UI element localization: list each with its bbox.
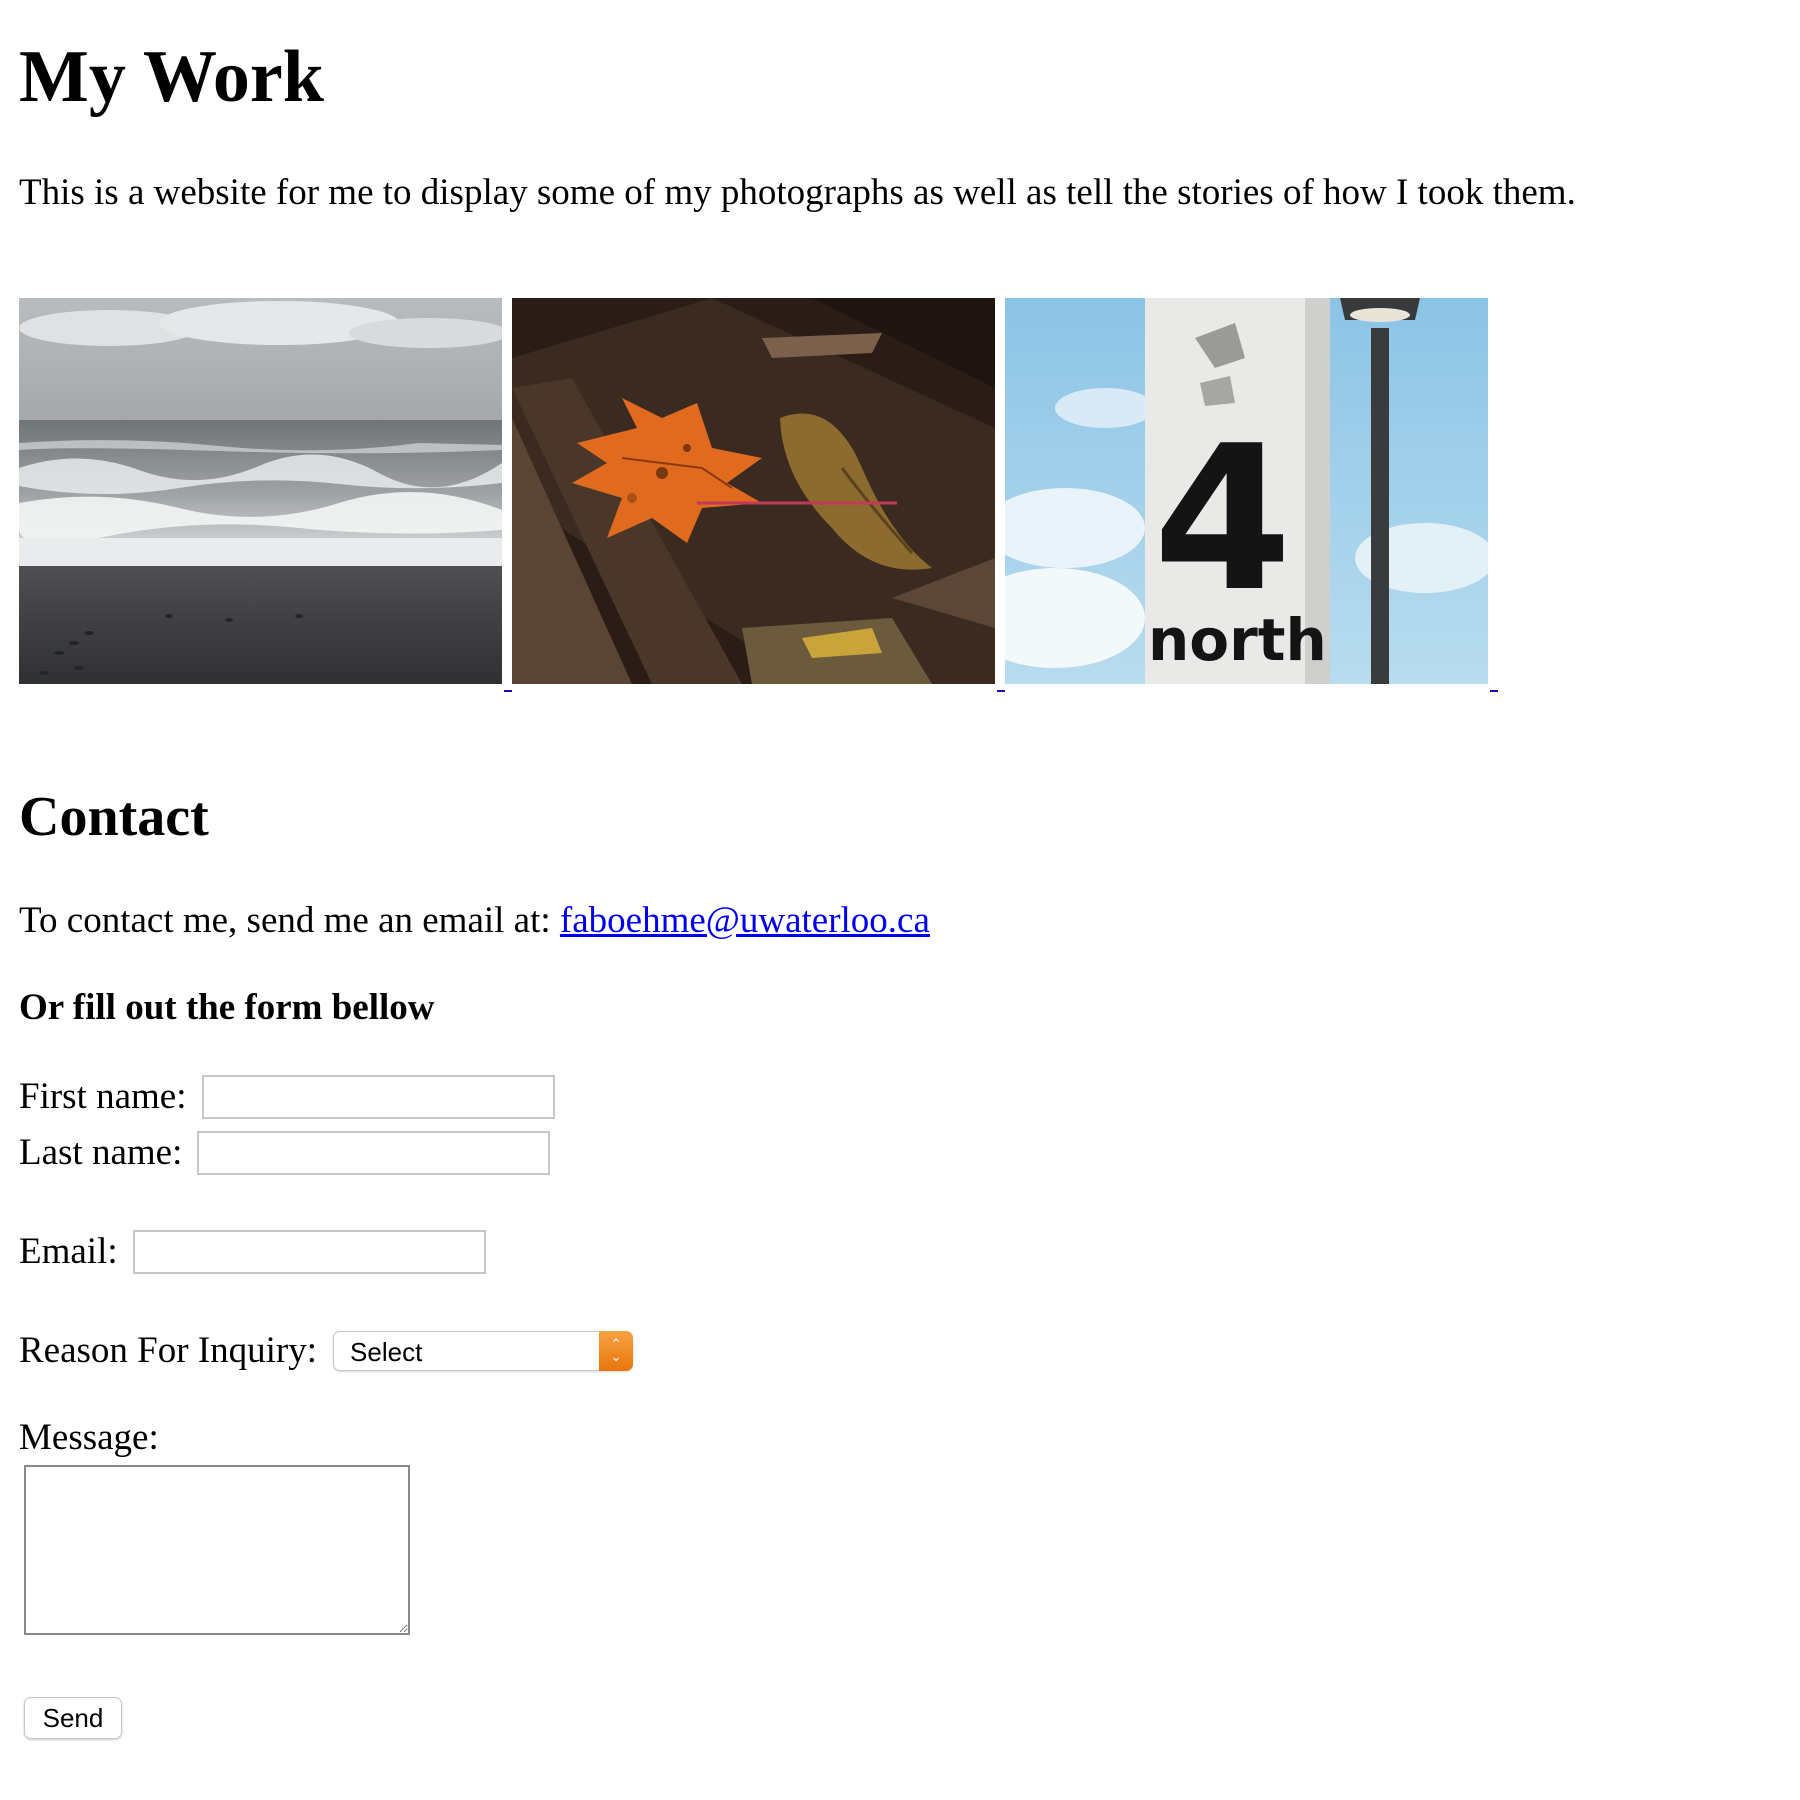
form-heading: Or fill out the form bellow [19,987,435,1028]
message-label: Message: [19,1417,159,1458]
photo-gallery: 4 north [19,298,1519,692]
email-row: Email: [19,1229,486,1274]
sign-word: north [1148,606,1327,674]
sign-photo: 4 north [1005,298,1488,684]
reason-label: Reason For Inquiry: [19,1330,318,1371]
email-input[interactable] [132,1229,486,1274]
photo-link-ocean[interactable] [19,298,512,692]
sign-number: 4 [1153,403,1292,636]
last-name-input[interactable] [197,1130,551,1175]
leaf-photo [512,298,995,684]
ocean-photo [19,298,502,684]
last-name-label: Last name: [19,1132,183,1173]
intro-paragraph: This is a website for me to display some… [19,172,1576,213]
email-label: Email: [19,1231,118,1272]
first-name-input[interactable] [201,1074,555,1119]
select-updown-icon: ⌃ ⌄ [599,1330,634,1371]
page-title: My Work [19,36,324,118]
reason-select[interactable]: Select ⌃ ⌄ [333,1330,634,1371]
reason-selected-value: Select [350,1336,423,1367]
first-name-label: First name: [19,1076,187,1117]
email-link[interactable]: faboehme@uwaterloo.ca [560,900,930,941]
contact-prefix: To contact me, send me an email at: [19,900,560,941]
send-button[interactable]: Send [24,1697,122,1739]
last-name-row: Last name: [19,1130,551,1175]
photo-link-sign[interactable]: 4 north [1005,298,1498,692]
contact-heading: Contact [19,786,209,848]
contact-line: To contact me, send me an email at: fabo… [19,898,930,943]
first-name-row: First name: [19,1074,555,1119]
reason-row: Reason For Inquiry: Select ⌃ ⌄ [19,1328,634,1373]
message-textarea[interactable] [24,1465,410,1635]
photo-link-leaf[interactable] [512,298,1005,692]
